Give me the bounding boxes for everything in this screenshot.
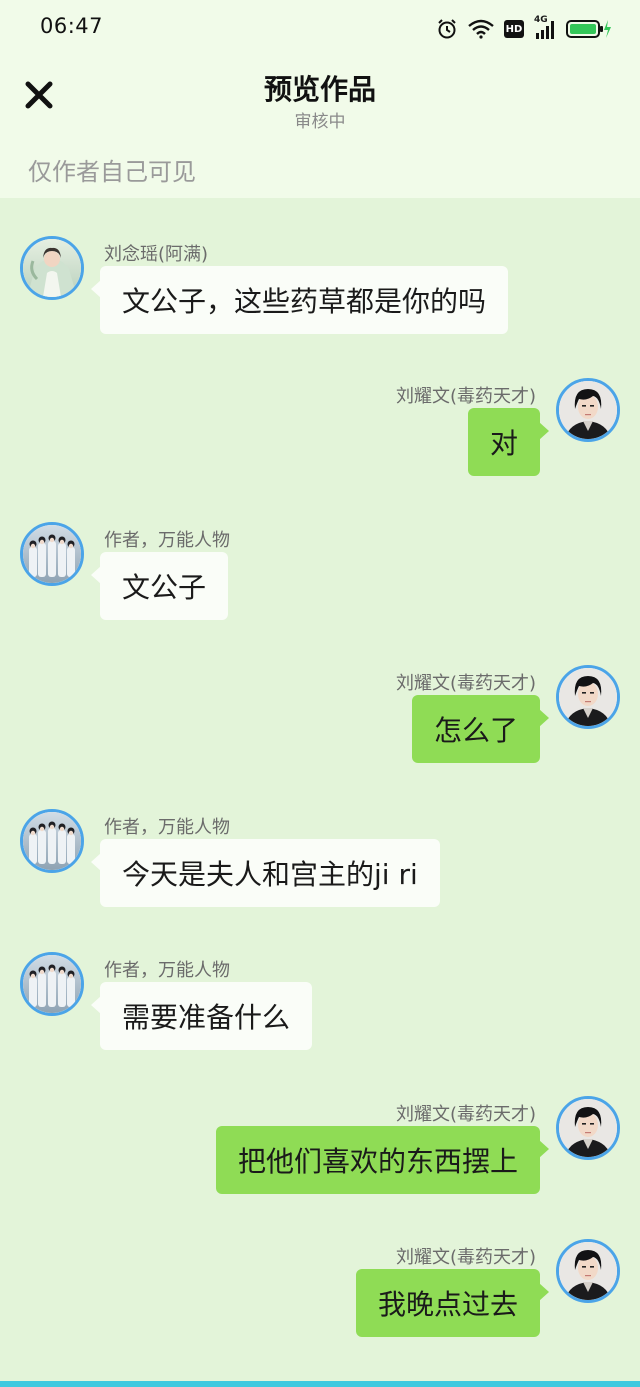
visibility-note: 仅作者自己可见 xyxy=(28,158,196,186)
message-bubble[interactable]: 怎么了 xyxy=(411,695,550,763)
sender-name: 作者，万能人物 xyxy=(104,530,230,551)
status-icons: HD 4G xyxy=(436,15,612,43)
message-bubble[interactable]: 需要准备什么 xyxy=(90,982,313,1050)
message-bubble[interactable]: 今天是夫人和宫主的ji ri xyxy=(91,839,440,907)
sender-name: 刘耀文(毒药天才) xyxy=(395,1104,536,1125)
liu-yaowen-avatar[interactable] xyxy=(556,1096,620,1160)
liu-yaowen-avatar[interactable] xyxy=(556,1239,620,1303)
liu-yaowen-avatar[interactable] xyxy=(556,378,620,442)
author-group-avatar[interactable] xyxy=(20,952,84,1016)
review-status: 审核中 xyxy=(294,112,346,132)
battery-charging-icon xyxy=(566,18,612,40)
liu-yaowen-avatar[interactable] xyxy=(556,665,620,729)
alarm-icon xyxy=(436,18,458,40)
header: 预览作品 审核中 仅作者自己可见 xyxy=(0,56,640,198)
message-bubble[interactable]: 对 xyxy=(467,408,550,476)
sender-name: 刘耀文(毒药天才) xyxy=(395,673,536,694)
status-bar: 06:47 HD 4G xyxy=(0,0,640,56)
network-label: 4G xyxy=(534,15,548,25)
message-bubble[interactable]: 文公子 xyxy=(90,552,229,620)
message-bubble[interactable]: 文公子，这些药草都是你的吗 xyxy=(90,266,509,334)
message-bubble[interactable]: 我晚点过去 xyxy=(355,1269,550,1337)
wifi-icon xyxy=(468,19,494,39)
author-group-avatar[interactable] xyxy=(20,522,84,586)
liu-nianyao-avatar[interactable] xyxy=(20,236,84,300)
sender-name: 刘念瑶(阿满) xyxy=(104,244,209,265)
message-bubble[interactable]: 把他们喜欢的东西摆上 xyxy=(215,1126,550,1194)
sender-name: 作者，万能人物 xyxy=(104,817,230,838)
status-time: 06:47 xyxy=(40,14,104,38)
page-title: 预览作品 xyxy=(263,73,376,106)
chat-area[interactable]: 刘念瑶(阿满) 文公子，这些药草都是你的吗 刘耀文(毒药天才) 对 作者，万能人… xyxy=(0,198,640,1381)
sender-name: 刘耀文(毒药天才) xyxy=(395,1247,536,1268)
author-group-avatar[interactable] xyxy=(20,809,84,873)
signal-4g-icon: 4G xyxy=(534,15,556,41)
sender-name: 作者，万能人物 xyxy=(104,960,230,981)
sender-name: 刘耀文(毒药天才) xyxy=(395,386,536,407)
hd-badge: HD xyxy=(504,20,524,38)
bottom-progress-strip xyxy=(0,1381,640,1387)
